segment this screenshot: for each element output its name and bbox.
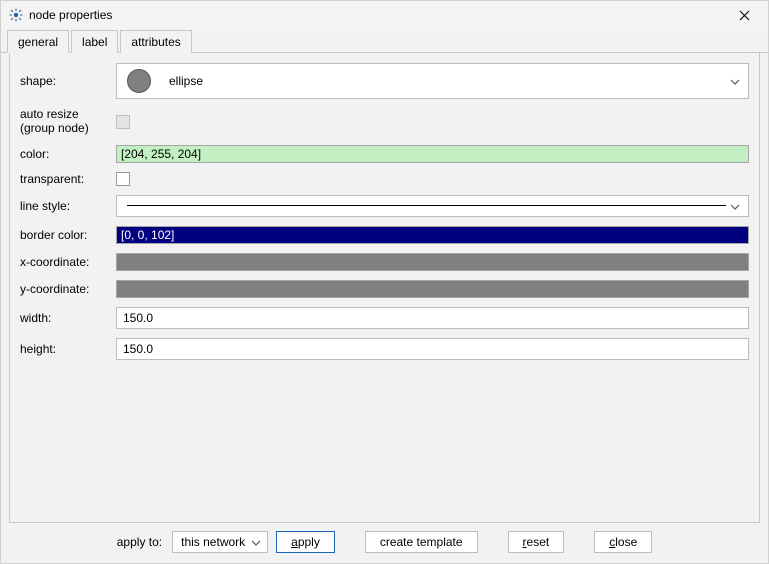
xcoord-label: x-coordinate: [20,255,116,269]
close-icon [739,10,750,21]
ycoord-label: y-coordinate: [20,282,116,296]
linestyle-label: line style: [20,199,116,213]
height-input[interactable] [116,338,749,360]
shape-value: ellipse [169,74,203,88]
tab-label-label: label [82,35,107,49]
close-window-button[interactable] [728,5,760,25]
window-title: node properties [29,8,112,22]
autoresize-label: auto resize (group node) [20,108,116,136]
width-label: width: [20,311,116,325]
transparent-label: transparent: [20,172,116,186]
tab-bar: general label attributes [1,29,768,53]
line-sample-icon [127,205,726,206]
width-input[interactable] [116,307,749,329]
chevron-down-icon [730,199,740,213]
color-label: color: [20,147,116,161]
color-value: [204, 255, 204] [121,147,201,161]
node-properties-dialog: node properties general label attributes… [0,0,769,564]
general-panel: shape: ellipse auto resize (group node) … [9,53,760,523]
applyto-label: apply to: [117,535,162,549]
applyto-dropdown[interactable]: this network [172,531,268,553]
title-bar: node properties [1,1,768,29]
shape-dropdown[interactable]: ellipse [116,63,749,99]
tab-general-label: general [18,35,58,49]
tab-general[interactable]: general [7,30,69,53]
create-template-button[interactable]: create template [365,531,478,553]
color-field[interactable]: [204, 255, 204] [116,145,749,163]
app-icon [9,8,23,22]
applyto-value: this network [181,535,245,549]
tab-attributes-label: attributes [131,35,180,49]
linestyle-dropdown[interactable] [116,195,749,217]
bordercolor-field[interactable]: [0, 0, 102] [116,226,749,244]
autoresize-checkbox [116,115,130,129]
apply-button[interactable]: apply [276,531,335,553]
bordercolor-value: [0, 0, 102] [121,228,174,242]
shape-preview-icon [127,69,151,93]
close-button[interactable]: close [594,531,652,553]
reset-button[interactable]: reset [508,531,565,553]
footer-bar: apply to: this network apply create temp… [1,527,768,563]
tab-attributes[interactable]: attributes [120,30,191,53]
xcoord-field [116,253,749,271]
bordercolor-label: border color: [20,228,116,242]
shape-label: shape: [20,74,116,88]
chevron-down-icon [251,535,261,549]
transparent-checkbox[interactable] [116,172,130,186]
height-label: height: [20,342,116,356]
chevron-down-icon [730,74,740,88]
ycoord-field [116,280,749,298]
tab-label[interactable]: label [71,30,118,53]
